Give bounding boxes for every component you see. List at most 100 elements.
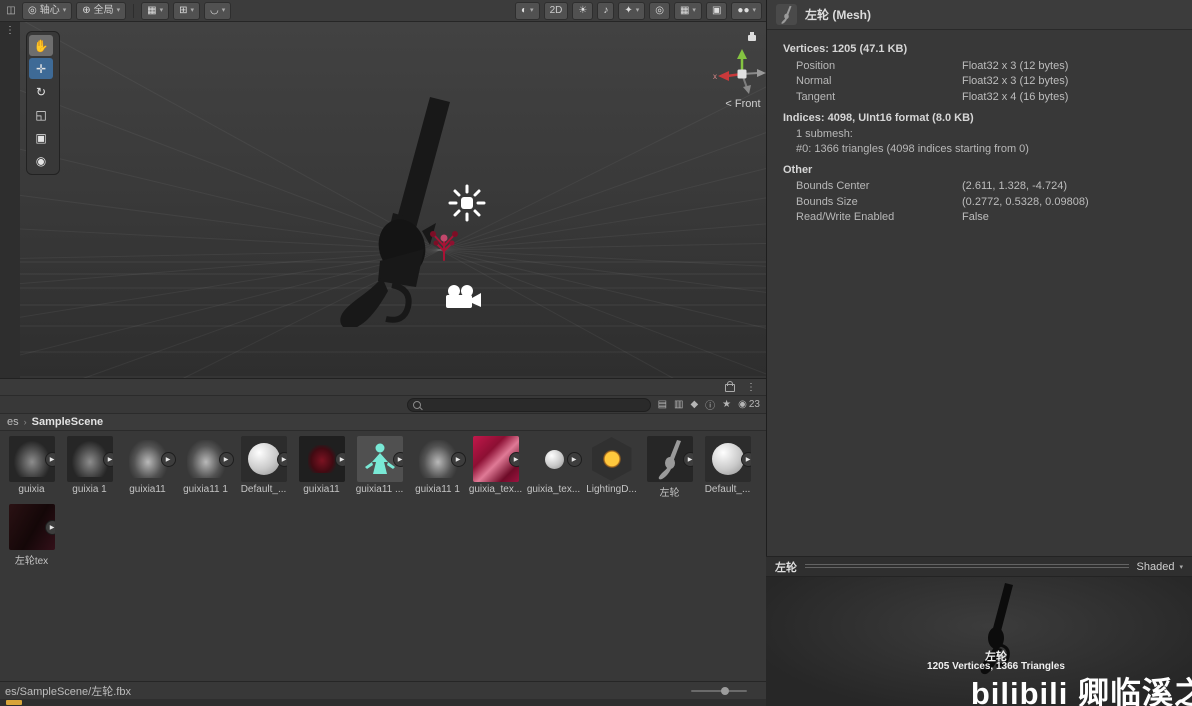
- light-gizmo[interactable]: [448, 184, 486, 222]
- attribute-value: Float32 x 3 (12 bytes): [962, 75, 1069, 88]
- asset-label: guixia 1: [72, 484, 107, 495]
- asset-item[interactable]: ▶ guixia11: [119, 436, 176, 499]
- move-tool-button[interactable]: ✛: [29, 58, 53, 79]
- scene-visibility-button[interactable]: ◎: [649, 1, 670, 20]
- asset-expand-button[interactable]: ▶: [566, 452, 582, 467]
- asset-item[interactable]: ▶ 左轮: [641, 436, 698, 499]
- asset-grid-row-2: ▶ 左轮tex: [0, 499, 766, 567]
- attribute-value: False: [962, 211, 989, 224]
- darkred-thumbnail: ▶: [298, 436, 345, 482]
- preview-drag-handle[interactable]: [805, 564, 1129, 569]
- breadcrumb-current[interactable]: SampleScene: [32, 416, 104, 428]
- orientation-gizmo[interactable]: x: [712, 48, 766, 100]
- asset-expand-button[interactable]: ▶: [334, 452, 345, 467]
- 2d-toggle-button[interactable]: 2D: [543, 1, 569, 20]
- scene-grid-visibility-button[interactable]: ▦ ▾: [673, 1, 702, 20]
- chevron-down-icon: ▾: [159, 6, 164, 14]
- hand-tool-button[interactable]: ✋: [29, 35, 53, 56]
- scene-lamp-icon[interactable]: [746, 31, 758, 43]
- asset-item[interactable]: ▶ Default_...: [699, 436, 756, 499]
- asset-expand-button[interactable]: ▶: [44, 520, 55, 535]
- selected-asset-path: es/SampleScene/左轮.fbx: [5, 685, 131, 698]
- filter-tag-icon[interactable]: ◆: [690, 399, 698, 410]
- scene-audio-button[interactable]: ♪: [597, 1, 615, 20]
- scene-effects-button[interactable]: ✦ ▾: [618, 1, 646, 20]
- asset-expand-button[interactable]: ▶: [160, 452, 176, 467]
- camera-gizmo[interactable]: [444, 284, 482, 312]
- scene-lighting-button[interactable]: ☀: [572, 1, 594, 20]
- attribute-row: Normal Float32 x 3 (12 bytes): [767, 74, 1192, 90]
- asset-expand-button[interactable]: ▶: [44, 452, 55, 467]
- scale-tool-button[interactable]: ◱: [29, 104, 53, 125]
- attribute-row: Bounds Center (2.611, 1.328, -4.724): [767, 179, 1192, 195]
- scene-view[interactable]: ✋ ✛ ↻ ◱ ▣ ◉ x < Front: [20, 22, 766, 378]
- kebab-menu-icon[interactable]: ⋮: [3, 25, 17, 36]
- asset-label: guixia11 1: [415, 484, 460, 495]
- asset-expand-button[interactable]: ▶: [508, 452, 519, 467]
- asset-label: guixia11 ...: [355, 484, 404, 495]
- rect-tool-button[interactable]: ▣: [29, 127, 53, 148]
- asset-item[interactable]: ▶ guixia11 ...: [351, 436, 408, 499]
- mesh-info: Vertices: 1205 (47.1 KB) Position Float3…: [767, 30, 1192, 225]
- filter-preview-icon[interactable]: ▥: [674, 399, 683, 410]
- orientation-label[interactable]: < Front: [688, 98, 766, 110]
- asset-item[interactable]: ▶ guixia 1: [61, 436, 118, 499]
- increment-snap-button[interactable]: ⊞ ▾: [173, 1, 201, 20]
- submesh-detail: #0: 1366 triangles (4098 indices startin…: [796, 143, 1029, 155]
- search-input[interactable]: [424, 399, 645, 410]
- asset-item[interactable]: ▶ 左轮tex: [3, 504, 60, 567]
- plant-model[interactable]: [428, 226, 460, 262]
- overlay-strip: ⋮: [0, 22, 21, 378]
- project-toolbar: ▤ ▥ ◆ ⓘ ★ ◉ 23: [0, 396, 766, 414]
- orientation-toggle-button[interactable]: ⊕ 全局 ▾: [76, 1, 127, 20]
- asset-item[interactable]: ▶ guixia11: [293, 436, 350, 499]
- mesh-icon: [776, 4, 797, 25]
- asset-expand-button[interactable]: ▶: [450, 452, 466, 467]
- asset-item[interactable]: ▶ guixia11 1: [177, 436, 234, 499]
- asset-item[interactable]: ▶ guixia_tex...: [467, 436, 524, 499]
- console-message-fragment[interactable]: [6, 700, 22, 705]
- gizmos-dropdown-button[interactable]: ● ● ▾: [731, 1, 762, 20]
- search-field[interactable]: [406, 397, 651, 412]
- transform-icon: ◉: [35, 153, 47, 168]
- info-icon[interactable]: ⓘ: [705, 397, 715, 412]
- render-mode-button[interactable]: ◐ ▾: [515, 1, 540, 20]
- scene-toolbar: ◫ ◎ 轴心 ▾ ⊕ 全局 ▾ ▦ ▾ ⊞ ▾ ◡ ▾ ◐ ▾ 2D ☀ ♪ ✦…: [0, 0, 766, 22]
- hidden-count-badge[interactable]: ◉ 23: [738, 399, 760, 410]
- attribute-row: Read/Write Enabled False: [767, 210, 1192, 226]
- asset-item[interactable]: ▶ guixia11 1: [409, 436, 466, 499]
- preview-area[interactable]: 左轮 1205 Vertices, 1366 Triangles bilibil…: [766, 577, 1192, 706]
- preview-header: 左轮 Shaded ▾: [766, 556, 1192, 577]
- lock-icon[interactable]: [725, 381, 735, 392]
- toolbar-separator: [133, 3, 135, 18]
- filter-type-icon[interactable]: ▤: [658, 399, 667, 410]
- gizmo-icon: ●: [743, 4, 750, 16]
- layout-grid-icon[interactable]: ◫: [4, 5, 18, 16]
- chevron-right-icon: ›: [23, 417, 27, 427]
- asset-item[interactable]: LightingD...: [583, 436, 640, 499]
- asset-expand-button[interactable]: ▶: [218, 452, 234, 467]
- breadcrumb-parent[interactable]: es: [7, 416, 19, 428]
- asset-item[interactable]: ▶ guixia: [3, 436, 60, 499]
- preview-mode-label: Shaded: [1136, 560, 1175, 573]
- transform-tool-button[interactable]: ◉: [29, 150, 53, 171]
- magnet-snap-button[interactable]: ◡ ▾: [204, 1, 232, 20]
- favorite-star-icon[interactable]: ★: [722, 399, 731, 410]
- audio-icon: ♪: [603, 4, 609, 16]
- slider-knob[interactable]: [721, 686, 729, 695]
- asset-expand-button[interactable]: ▶: [102, 452, 113, 467]
- pivot-toggle-button[interactable]: ◎ 轴心 ▾: [22, 1, 73, 20]
- tool-palette: ✋ ✛ ↻ ◱ ▣ ◉: [26, 31, 60, 175]
- thumbnail-zoom-slider[interactable]: [691, 686, 747, 695]
- rotate-tool-button[interactable]: ↻: [29, 81, 53, 102]
- preview-mode-dropdown[interactable]: Shaded ▾: [1137, 561, 1183, 573]
- grid-snap-button[interactable]: ▦ ▾: [141, 1, 170, 20]
- kebab-menu-icon[interactable]: ⋮: [744, 382, 758, 393]
- asset-item[interactable]: ▶ Default_...: [235, 436, 292, 499]
- camera-settings-button[interactable]: ▣: [705, 1, 728, 20]
- ghost-thumbnail: ▶: [415, 436, 466, 482]
- pivot-label: 轴心: [39, 4, 60, 16]
- asset-item[interactable]: ▶ guixia_tex...: [525, 436, 582, 499]
- slider-track[interactable]: [691, 686, 747, 695]
- asset-label: Default_...: [240, 484, 287, 495]
